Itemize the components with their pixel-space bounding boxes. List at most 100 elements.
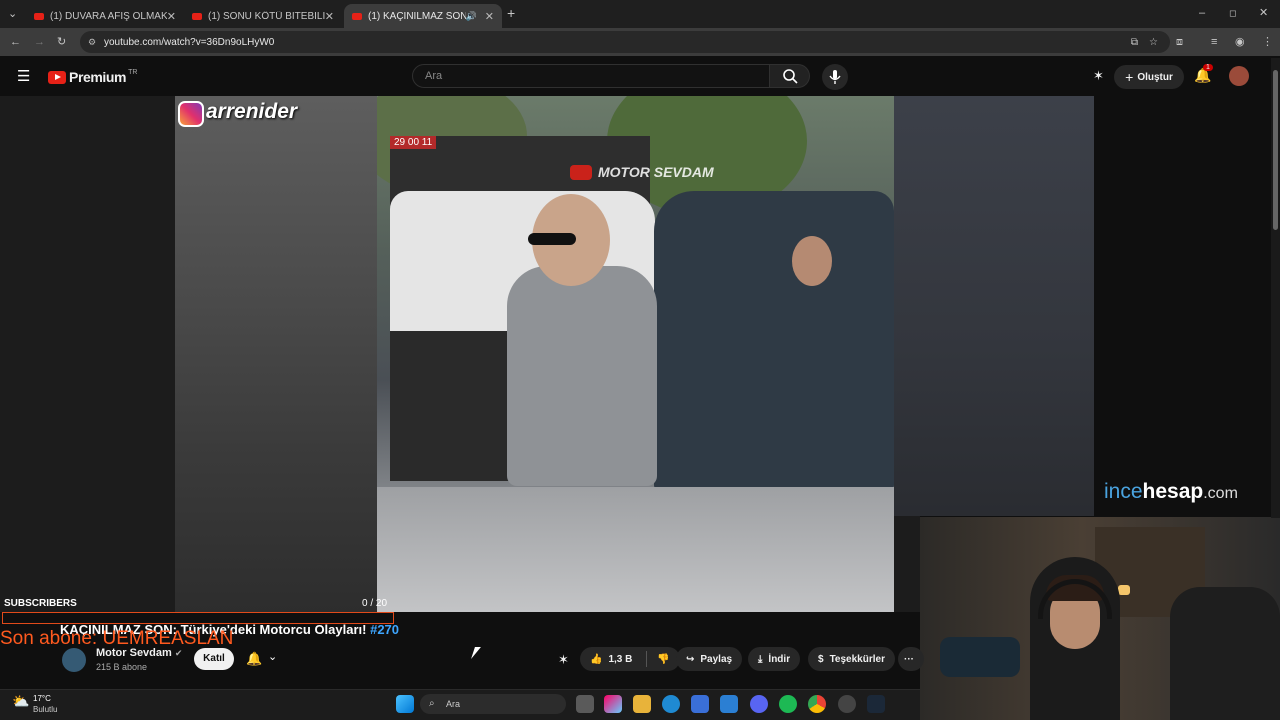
task-view-icon[interactable] <box>576 695 594 713</box>
url-text: youtube.com/watch?v=36Dn9oLHyW0 <box>104 36 275 48</box>
blurred-side-right <box>894 96 1094 516</box>
weather-temperature[interactable]: 17°C <box>33 694 51 703</box>
search-icon: ⌕ <box>429 698 435 709</box>
download-icon: ⤓ <box>758 653 763 665</box>
discord-icon[interactable] <box>750 695 768 713</box>
media-controls-icon[interactable]: ≡ <box>1211 35 1217 49</box>
road <box>377 487 894 612</box>
tab-2[interactable]: (1) SONU KÖTÜ BİTEBİLİRDİ...T ✕ <box>184 4 342 28</box>
tab-strip: ⌄ (1) DUVARA AFİŞ OLMAK | 5Sn ✕ (1) SONU… <box>0 0 1280 28</box>
audio-playing-icon[interactable]: 🔊 <box>466 11 477 22</box>
search-button[interactable] <box>770 64 810 88</box>
taskbar-search[interactable]: ⌕ Ara <box>420 694 566 714</box>
spotify-icon[interactable] <box>779 695 797 713</box>
close-tab-icon[interactable]: ✕ <box>485 10 494 23</box>
file-explorer-icon[interactable] <box>633 695 651 713</box>
address-bar[interactable]: ⚙ youtube.com/watch?v=36Dn9oLHyW0 ⧉ ☆ <box>80 31 1170 53</box>
voice-search-button[interactable] <box>822 64 848 90</box>
close-tab-icon[interactable]: ✕ <box>167 10 176 23</box>
hashtag-link[interactable]: #270 <box>370 622 399 637</box>
browser-menu-icon[interactable]: ⋮ <box>1262 35 1273 49</box>
tab-title: (1) DUVARA AFİŞ OLMAK | 5Sn <box>50 10 167 22</box>
youtube-logo-icon <box>48 70 66 84</box>
plus-icon: + <box>1125 69 1134 85</box>
weather-icon[interactable]: ⛅ <box>12 693 29 710</box>
chair <box>1170 587 1280 720</box>
like-count[interactable]: 1,3 B <box>608 654 632 665</box>
forward-icon[interactable]: → <box>34 35 45 49</box>
motorcycle <box>390 331 510 481</box>
man-jacket <box>507 266 657 486</box>
app-icon[interactable] <box>720 695 738 713</box>
start-menu-icon[interactable] <box>396 695 414 713</box>
search-placeholder: Ara <box>425 70 443 82</box>
video-player[interactable]: 29 00 11 <box>0 96 920 612</box>
download-button[interactable]: ⤓ İndir <box>748 647 801 671</box>
minimize-button[interactable]: – <box>1199 6 1205 20</box>
sponsor-part-2: hesap <box>1142 480 1204 503</box>
reload-icon[interactable]: ↻ <box>57 35 66 49</box>
microphone-arm <box>940 637 1020 677</box>
subscribers-goal-label: SUBSCRIBERS <box>4 598 77 609</box>
bell-icon: 🔔 <box>246 651 263 666</box>
subscription-bell-button[interactable]: 🔔 ⌄ <box>242 648 284 670</box>
sponsor-logo: incehesap.com <box>1104 480 1238 504</box>
dislike-icon[interactable]: 👎 <box>657 654 669 665</box>
youtube-premium-logo[interactable]: Premium TR <box>48 69 137 85</box>
tab-3-active[interactable]: (1) KAÇINILMAZ SON: Türki 🔊 ✕ <box>344 4 502 28</box>
tab-1[interactable]: (1) DUVARA AFİŞ OLMAK | 5Sn ✕ <box>26 4 184 28</box>
steam-icon[interactable] <box>867 695 885 713</box>
close-window-button[interactable]: ✕ <box>1259 6 1268 20</box>
channel-avatar[interactable] <box>62 648 86 672</box>
channel-name-text: Motor Sevdam <box>96 647 172 659</box>
avatar[interactable] <box>1229 66 1249 86</box>
like-dislike-group: 👍 1,3 B 👎 <box>580 647 680 671</box>
copilot-icon[interactable] <box>604 695 622 713</box>
profile-icon[interactable]: ◉ <box>1235 35 1245 49</box>
tab-search-chevron-icon[interactable]: ⌄ <box>8 7 17 21</box>
ai-sparkle-icon[interactable]: ✶ <box>558 652 569 668</box>
cast-masthead-icon[interactable]: ✶ <box>1093 68 1104 84</box>
microphone-icon <box>829 70 841 84</box>
thanks-label: Teşekkürler <box>829 653 885 665</box>
search-icon <box>783 69 798 84</box>
close-tab-icon[interactable]: ✕ <box>325 10 334 23</box>
thanks-icon: $ <box>818 653 824 665</box>
more-actions-button[interactable]: ··· <box>898 647 924 671</box>
store-icon[interactable] <box>691 695 709 713</box>
cast-icon[interactable]: ⧉ <box>1131 37 1138 48</box>
search-input[interactable]: Ara <box>412 64 770 88</box>
taskbar-search-label: Ara <box>446 699 461 709</box>
maximize-button[interactable]: ◻ <box>1229 6 1236 20</box>
instagram-icon <box>178 101 204 127</box>
create-button[interactable]: + Oluştur <box>1114 65 1184 89</box>
edge-icon[interactable] <box>662 695 680 713</box>
notification-badge: 1 <box>1203 64 1213 71</box>
join-button[interactable]: Katıl <box>194 648 234 670</box>
tab-title: (1) KAÇINILMAZ SON: Türki <box>368 10 466 22</box>
thanks-button[interactable]: $ Teşekkürler <box>808 647 895 671</box>
like-icon[interactable]: 👍 <box>590 654 602 665</box>
bookmark-star-icon[interactable]: ☆ <box>1149 37 1158 48</box>
youtube-play-icon <box>570 164 592 180</box>
channel-name[interactable]: Motor Sevdam ✔ <box>96 647 182 659</box>
hamburger-menu-icon[interactable]: ☰ <box>17 67 30 85</box>
blurred-side-left <box>175 96 377 612</box>
scrollbar-thumb[interactable] <box>1273 70 1278 230</box>
youtube-favicon-icon <box>352 12 362 20</box>
share-label: Paylaş <box>700 653 733 665</box>
site-info-icon[interactable]: ⚙ <box>88 37 96 48</box>
obs-icon[interactable] <box>838 695 856 713</box>
weather-description[interactable]: Bulutlu <box>33 705 57 714</box>
chrome-icon[interactable] <box>808 695 826 713</box>
back-icon[interactable]: ← <box>10 35 21 49</box>
youtube-masthead: ☰ Premium TR Ara ✶ + Oluştur 🔔 1 <box>0 56 1280 96</box>
share-button[interactable]: ↪ Paylaş <box>676 647 743 671</box>
extensions-icon[interactable]: ⧈ <box>1176 35 1183 49</box>
like-divider <box>646 651 648 667</box>
notifications-button[interactable]: 🔔 1 <box>1194 64 1213 85</box>
lamp <box>1118 585 1130 595</box>
new-tab-button[interactable]: + <box>507 6 515 20</box>
verified-icon: ✔ <box>174 648 183 658</box>
sponsor-part-3: .com <box>1203 485 1238 502</box>
